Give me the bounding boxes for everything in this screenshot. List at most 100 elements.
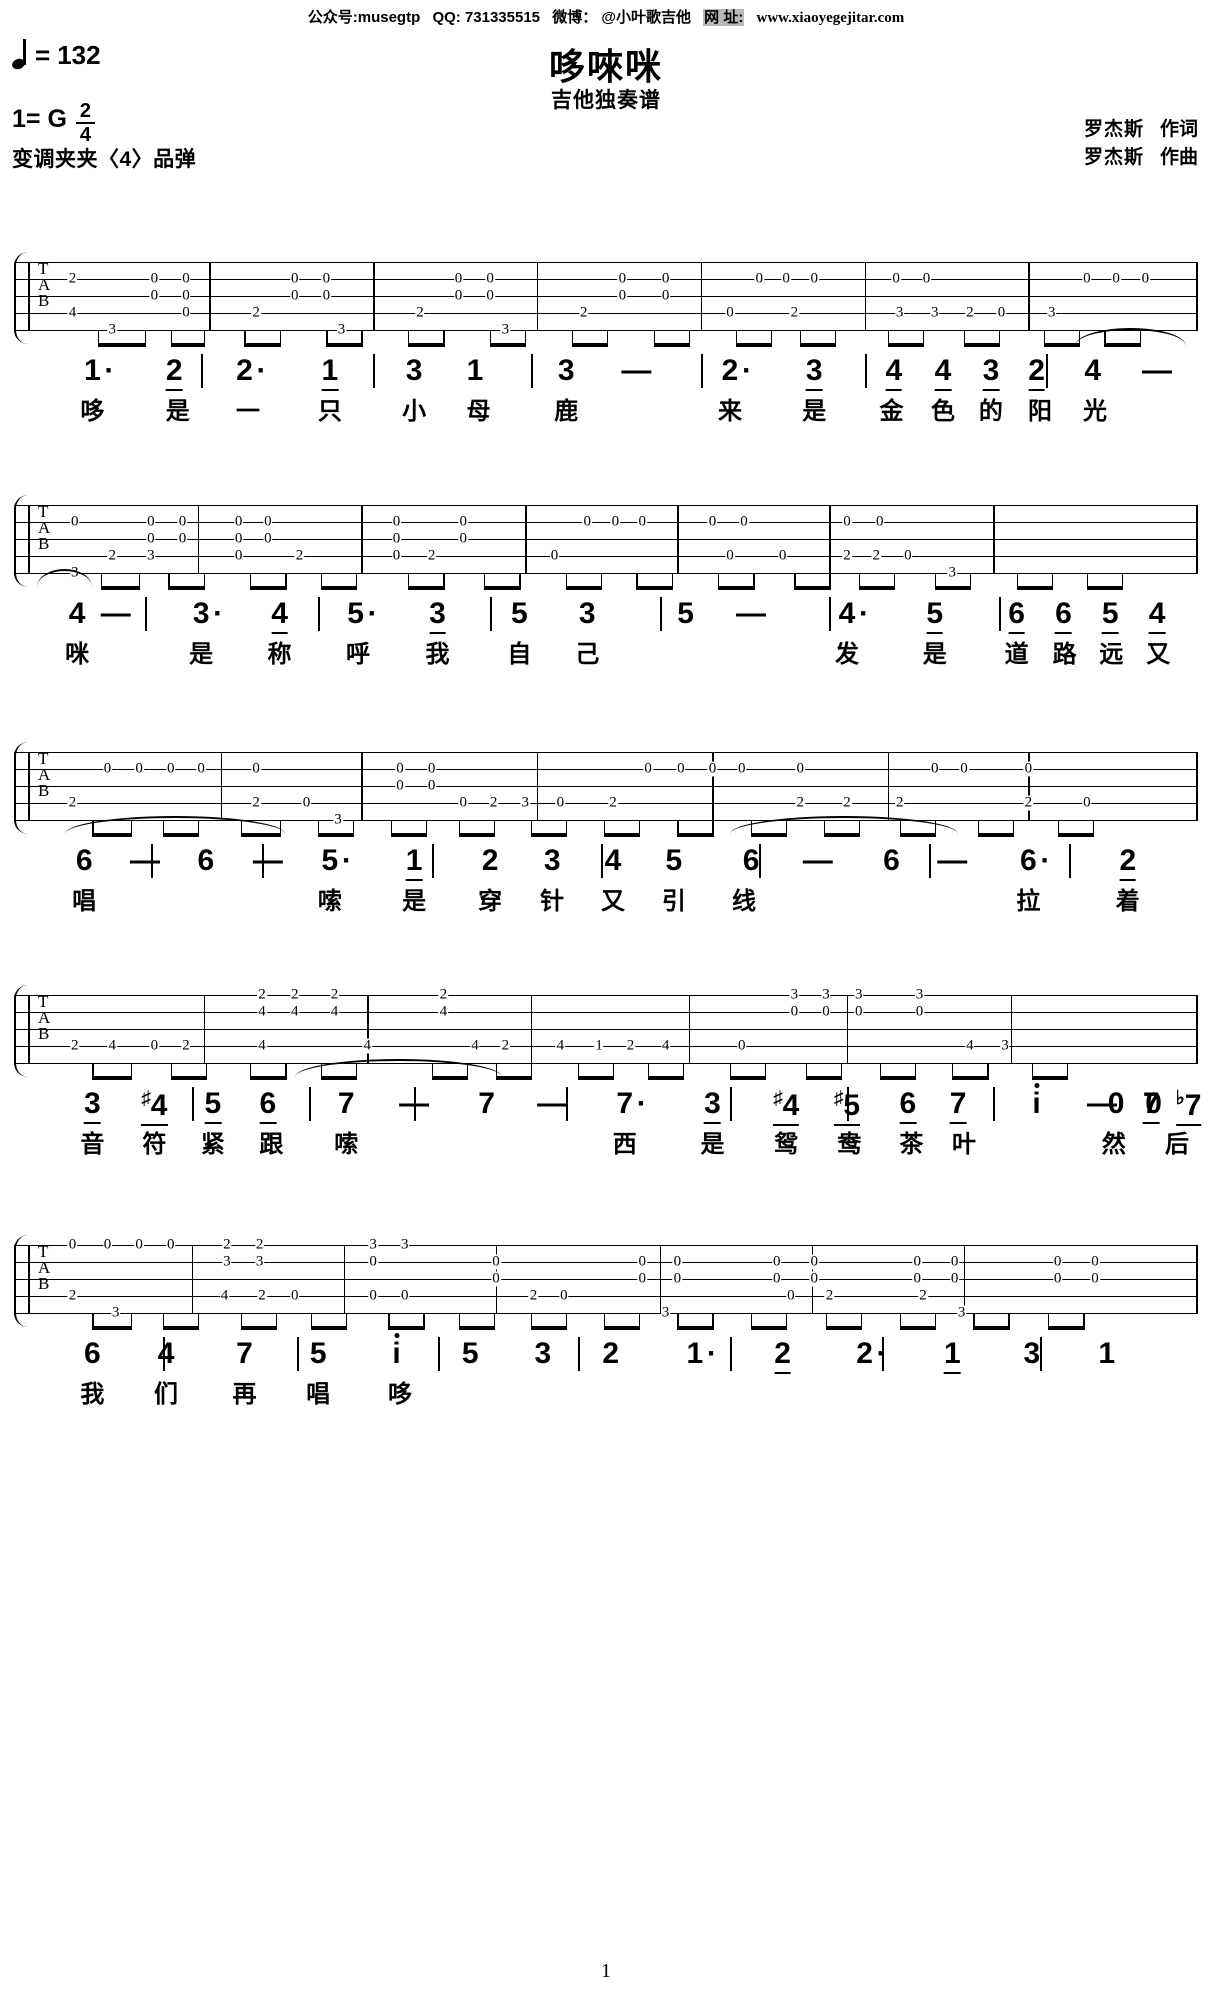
melody-note: 3 bbox=[405, 354, 423, 387]
tab-fret-number: 0 bbox=[399, 1287, 410, 1304]
tab-fret-number: 0 bbox=[549, 547, 560, 564]
lyric-syllable: 着 bbox=[1115, 888, 1140, 915]
tab-fret-number: 2 bbox=[329, 986, 340, 1003]
tab-string-line-3 bbox=[14, 1029, 1198, 1031]
tab-fret-number: 0 bbox=[1023, 760, 1034, 777]
tab-fret-number: 0 bbox=[368, 1287, 378, 1304]
melody-hold-dash: — bbox=[736, 597, 767, 630]
tab-fret-number: 0 bbox=[1052, 1253, 1063, 1270]
tab-fret-number: 0 bbox=[134, 760, 144, 777]
tab-fret-number: 3 bbox=[930, 304, 940, 321]
tab-fret-number: 0 bbox=[177, 513, 188, 530]
tab-fret-number: 2 bbox=[500, 1037, 511, 1054]
tab-fret-number: 3 bbox=[853, 986, 864, 1003]
tab-string-line-4 bbox=[14, 313, 1198, 315]
tab-fret-number: 2 bbox=[871, 547, 881, 564]
tab-fret-number: 0 bbox=[676, 760, 686, 777]
melody-note: 7 bbox=[1142, 1089, 1160, 1124]
augmentation-dot: · bbox=[706, 1337, 717, 1370]
melody-note: 1 bbox=[686, 1337, 704, 1370]
tab-barline bbox=[191, 1245, 194, 1313]
tab-staff-5: TAB0200032323420303000020000030000020000… bbox=[14, 1235, 1198, 1330]
lyric-syllable: 道 bbox=[1004, 641, 1029, 668]
tab-barline bbox=[993, 505, 995, 573]
composer-name: 罗杰斯 bbox=[1083, 146, 1144, 168]
lyric-syllable: 后 bbox=[1164, 1131, 1189, 1158]
lyric-syllable: 来 bbox=[718, 398, 742, 425]
lyric-syllable: 咪 bbox=[65, 641, 90, 668]
melody-barline bbox=[201, 354, 204, 388]
lyric-syllable: 茶 bbox=[899, 1131, 924, 1158]
tab-barline bbox=[864, 262, 866, 330]
tab-fret-number: 2 bbox=[842, 794, 852, 811]
lyric-syllable: 然 bbox=[1101, 1131, 1126, 1158]
melody-barline bbox=[730, 1087, 732, 1121]
melody-hold-dash: — bbox=[537, 1087, 568, 1120]
tab-string-line-1 bbox=[14, 995, 1198, 997]
melody-barline bbox=[700, 354, 703, 388]
end-barline bbox=[1195, 1245, 1198, 1313]
melody-line-1: 1 · 2 2 · 1 3 1 3—2 · 3 4 4 3 2 4— bbox=[14, 328, 1198, 396]
melody-barline bbox=[577, 1337, 580, 1371]
end-barline bbox=[1195, 752, 1198, 820]
lyric-syllable: 自 bbox=[507, 641, 532, 668]
composer-role: 作曲 bbox=[1159, 146, 1198, 168]
tab-fret-number: 0 bbox=[395, 760, 405, 777]
lyric-syllable: 阳 bbox=[1028, 398, 1053, 425]
tab-fret-number: 3 bbox=[520, 794, 530, 811]
melody-note: 4 bbox=[1084, 354, 1102, 387]
tab-fret-number: 0 bbox=[491, 1270, 501, 1287]
site-header: 公众号:musegtp QQ: 731335515 微博： @小叶歌吉他 网 址… bbox=[0, 6, 1212, 27]
tab-fret-number: 2 bbox=[251, 794, 261, 811]
lyric-syllable: 紧 bbox=[200, 1131, 225, 1158]
melody-note: 4 bbox=[604, 844, 622, 877]
tab-fret-number: 3 bbox=[399, 1236, 410, 1253]
tab-fret-number: 0 bbox=[181, 287, 191, 304]
lyric-syllable: 唱 bbox=[306, 1381, 331, 1408]
lyric-syllable: 是 bbox=[700, 1131, 725, 1158]
melody-note: 2 bbox=[236, 354, 253, 387]
melody-note: 5 bbox=[926, 599, 944, 634]
tab-string-line-2 bbox=[14, 279, 1198, 281]
augmentation-dot: · bbox=[213, 597, 224, 630]
tab-fret-number: 0 bbox=[453, 287, 464, 304]
tab-fret-number: 2 bbox=[579, 304, 589, 321]
tab-string-line-4 bbox=[14, 803, 1198, 805]
lyric-syllable: 线 bbox=[732, 888, 757, 915]
melody-note: 6 bbox=[1055, 599, 1072, 634]
tab-clef-letter: B bbox=[38, 534, 50, 553]
tab-string-line-5 bbox=[14, 1063, 1198, 1065]
tab-string-line-5 bbox=[14, 573, 1198, 575]
tab-fret-number: 0 bbox=[426, 777, 437, 794]
tab-fret-number: 0 bbox=[395, 777, 405, 794]
augmentation-dot: · bbox=[859, 597, 869, 630]
tab-fret-number: 2 bbox=[1023, 794, 1034, 811]
tab-fret-number: 0 bbox=[842, 513, 852, 530]
melody-hold-dash: — bbox=[100, 597, 131, 630]
tab-fret-number: 0 bbox=[290, 270, 300, 287]
melody-note: 4 bbox=[838, 597, 856, 630]
lyric-syllable: 小 bbox=[402, 398, 427, 425]
tab-fret-number: 0 bbox=[912, 1270, 922, 1287]
tab-fret-number: 4 bbox=[965, 1037, 975, 1054]
tab-fret-number: 0 bbox=[912, 1253, 922, 1270]
tab-fret-number: 0 bbox=[165, 1236, 176, 1253]
melody-note: 2 bbox=[721, 354, 739, 387]
tab-fret-number: 2 bbox=[894, 794, 905, 811]
melody-note: 3 bbox=[84, 1089, 101, 1124]
lyric-syllable: 色 bbox=[930, 398, 955, 425]
melody-barline bbox=[659, 597, 662, 631]
tab-fret-number: 0 bbox=[777, 547, 788, 564]
tab-fret-number: 3 bbox=[821, 986, 831, 1003]
melody-note: 5 bbox=[665, 844, 683, 877]
tab-barline bbox=[1010, 995, 1013, 1063]
tab-fret-number: 0 bbox=[707, 760, 718, 777]
tab-fret-number: 0 bbox=[660, 270, 671, 287]
melody-note: 4 bbox=[1148, 599, 1166, 634]
melody-note: 6 bbox=[259, 1089, 277, 1124]
lyricist-role: 作词 bbox=[1159, 119, 1198, 140]
tab-fret-number: 4 bbox=[329, 1003, 340, 1020]
melody-barline bbox=[1040, 1337, 1043, 1371]
accidental-sign: ♯ bbox=[833, 1088, 844, 1109]
melody-note: 7 bbox=[337, 1087, 355, 1120]
